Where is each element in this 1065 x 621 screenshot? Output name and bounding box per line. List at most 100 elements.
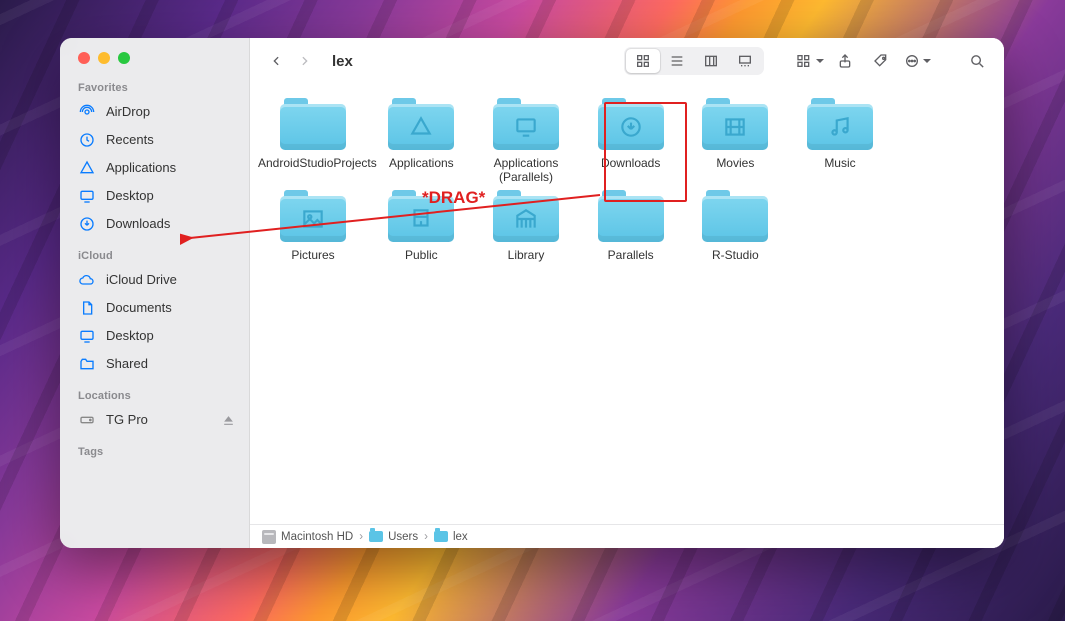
folder-item[interactable]: R-Studio <box>684 190 787 262</box>
sidebar-item-recents[interactable]: Recents <box>60 126 249 154</box>
folder-item[interactable]: Music <box>789 98 892 184</box>
content-area: lex <box>250 38 1004 548</box>
path-bar: Macintosh HD › Users › lex <box>250 524 1004 548</box>
folder-icon <box>493 98 559 150</box>
sidebar-item-label: AirDrop <box>106 102 150 122</box>
path-crumb-label: Users <box>388 531 418 543</box>
window-controls <box>60 52 249 78</box>
folder-item[interactable]: Library <box>475 190 578 262</box>
folder-item[interactable]: Movies <box>684 98 787 184</box>
sidebar-item-documents[interactable]: Documents <box>60 294 249 322</box>
folder-icon <box>493 190 559 242</box>
sidebar-section-icloud: iCloud <box>60 246 249 266</box>
sidebar-item-label: Desktop <box>106 326 154 346</box>
view-columns-button[interactable] <box>694 49 728 73</box>
folder-item[interactable]: Applications <box>370 98 473 184</box>
folder-icon <box>598 98 664 150</box>
disk-icon <box>262 530 276 544</box>
sidebar-item-label: iCloud Drive <box>106 270 177 290</box>
sidebar-section-locations: Locations <box>60 386 249 406</box>
forward-button[interactable] <box>290 47 318 75</box>
chevron-right-icon: › <box>359 531 363 543</box>
sidebar-section-tags: Tags <box>60 442 249 462</box>
airdrop-icon <box>78 103 96 121</box>
folder-icon <box>702 190 768 242</box>
search-button[interactable] <box>962 48 992 74</box>
fullscreen-window-button[interactable] <box>118 52 130 64</box>
folder-icon <box>280 98 346 150</box>
desktop-icon <box>78 327 96 345</box>
folder-item[interactable]: Parallels <box>579 190 682 262</box>
disk-icon <box>78 411 96 429</box>
apps-icon <box>78 159 96 177</box>
folder-label: Parallels <box>608 248 654 262</box>
sidebar-item-label: Documents <box>106 298 172 318</box>
sidebar-item-airdrop[interactable]: AirDrop <box>60 98 249 126</box>
view-gallery-button[interactable] <box>728 49 762 73</box>
view-list-button[interactable] <box>660 49 694 73</box>
folder-label: Music <box>824 156 855 170</box>
folder-icon <box>598 190 664 242</box>
folder-icon <box>369 531 383 542</box>
path-crumb-label: Macintosh HD <box>281 531 353 543</box>
folder-icon <box>702 98 768 150</box>
shared-folder-icon <box>78 355 96 373</box>
folder-label: Public <box>405 248 438 262</box>
path-crumb[interactable]: lex <box>434 531 468 543</box>
folder-icon <box>388 98 454 150</box>
folder-icon <box>434 531 448 542</box>
folder-label: Pictures <box>291 248 334 262</box>
window-body: Favorites AirDrop Recents Applications <box>60 38 1004 548</box>
sidebar-item-downloads[interactable]: Downloads <box>60 210 249 238</box>
desktop-icon <box>78 187 96 205</box>
icon-grid[interactable]: AndroidStudioProjectsApplicationsApplica… <box>250 84 1004 524</box>
folder-item[interactable]: Downloads <box>579 98 682 184</box>
sidebar-item-shared[interactable]: Shared <box>60 350 249 378</box>
folder-icon <box>388 190 454 242</box>
folder-label: Library <box>508 248 545 262</box>
sidebar-item-icloud-drive[interactable]: iCloud Drive <box>60 266 249 294</box>
path-crumb[interactable]: Macintosh HD <box>262 530 353 544</box>
sidebar-item-applications[interactable]: Applications <box>60 154 249 182</box>
sidebar-item-label: Shared <box>106 354 148 374</box>
sidebar: Favorites AirDrop Recents Applications <box>60 38 250 548</box>
sidebar-item-label: Desktop <box>106 186 154 206</box>
sidebar-item-icloud-desktop[interactable]: Desktop <box>60 322 249 350</box>
cloud-icon <box>78 271 96 289</box>
tags-button[interactable] <box>866 48 896 74</box>
folder-icon <box>807 98 873 150</box>
folder-label: AndroidStudioProjects <box>258 156 368 170</box>
folder-item[interactable]: Public <box>370 190 473 262</box>
path-crumb-label: lex <box>453 531 468 543</box>
folder-icon <box>280 190 346 242</box>
sidebar-item-tgpro[interactable]: TG Pro <box>60 406 249 434</box>
window-title: lex <box>332 53 353 70</box>
clock-icon <box>78 131 96 149</box>
sidebar-item-label: Applications <box>106 158 176 178</box>
minimize-window-button[interactable] <box>98 52 110 64</box>
document-icon <box>78 299 96 317</box>
folder-label: Movies <box>716 156 754 170</box>
sidebar-item-desktop[interactable]: Desktop <box>60 182 249 210</box>
folder-label: R-Studio <box>712 248 759 262</box>
folder-sublabel: (Parallels) <box>499 170 553 184</box>
share-button[interactable] <box>830 48 860 74</box>
actions-button[interactable] <box>902 48 932 74</box>
back-button[interactable] <box>262 47 290 75</box>
chevron-right-icon: › <box>424 531 428 543</box>
toolbar: lex <box>250 38 1004 84</box>
finder-window: Favorites AirDrop Recents Applications <box>60 38 1004 548</box>
sidebar-item-label: TG Pro <box>106 410 148 430</box>
view-mode-segment <box>624 47 764 75</box>
sidebar-item-label: Recents <box>106 130 154 150</box>
path-crumb[interactable]: Users <box>369 531 418 543</box>
folder-item[interactable]: Pictures <box>258 190 368 262</box>
folder-item[interactable]: AndroidStudioProjects <box>258 98 368 184</box>
sidebar-item-label: Downloads <box>106 214 170 234</box>
close-window-button[interactable] <box>78 52 90 64</box>
folder-item[interactable]: Applications(Parallels) <box>475 98 578 184</box>
group-by-button[interactable] <box>794 48 824 74</box>
view-icons-button[interactable] <box>626 49 660 73</box>
eject-icon[interactable] <box>222 414 235 427</box>
folder-label: Downloads <box>601 156 660 170</box>
